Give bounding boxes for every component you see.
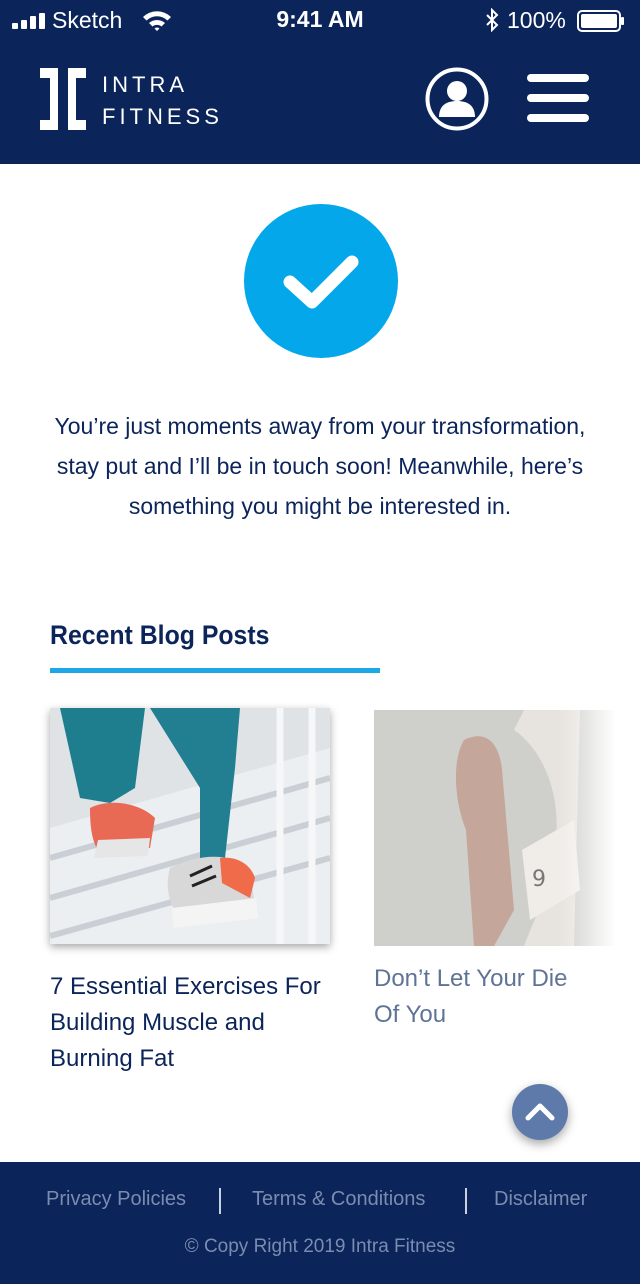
section-title: Recent Blog Posts (50, 620, 270, 650)
app-header: Sketch 9:41 AM 100% INTRA FITNESS (0, 0, 640, 164)
blog-post-image[interactable] (50, 708, 330, 944)
hamburger-menu-icon[interactable] (527, 74, 589, 122)
footer-divider (465, 1188, 467, 1214)
success-badge (244, 204, 398, 358)
copyright: © Copy Right 2019 Intra Fitness (184, 1236, 456, 1257)
checkmark-icon (283, 255, 359, 309)
footer: Privacy Policies Terms & Conditions Disc… (0, 1162, 640, 1284)
footer-link-privacy[interactable]: Privacy Policies (46, 1188, 186, 1211)
brand-logo[interactable]: INTRA FITNESS (40, 68, 250, 132)
scroll-to-top-button[interactable] (512, 1084, 568, 1140)
carousel-fade (560, 700, 640, 1040)
intra-logo-icon (40, 68, 86, 130)
profile-icon[interactable] (425, 67, 489, 131)
confirmation-message: You’re just moments away from your trans… (54, 413, 586, 519)
footer-link-disclaimer[interactable]: Disclaimer (494, 1188, 587, 1211)
brand-name-line1: INTRA (102, 72, 188, 97)
sneakers-on-stairs-photo (50, 708, 330, 944)
brand-name-line2: FITNESS (102, 104, 223, 129)
battery-percent: 100% (507, 7, 566, 33)
section-underline (50, 668, 380, 673)
battery-icon (577, 10, 624, 32)
footer-divider (219, 1188, 221, 1214)
svg-text:9: 9 (532, 867, 546, 892)
blog-post-title[interactable]: 7 Essential Exercises For Building Muscl… (50, 969, 340, 1077)
status-bar: Sketch 9:41 AM 100% (0, 0, 640, 42)
footer-link-terms[interactable]: Terms & Conditions (252, 1188, 425, 1211)
chevron-up-icon (525, 1103, 555, 1121)
bluetooth-icon (486, 8, 499, 32)
